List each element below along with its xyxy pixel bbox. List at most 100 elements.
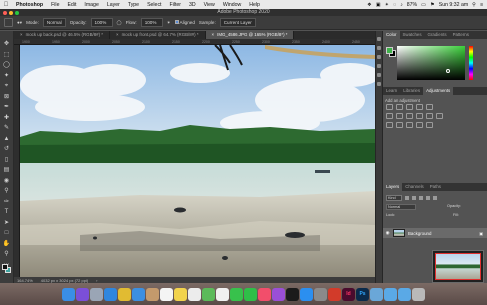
menu-image[interactable]: Image — [80, 2, 102, 8]
mode-select[interactable]: Normal — [42, 18, 66, 27]
opacity-field[interactable]: 100% — [90, 18, 113, 27]
brush-settings-icon[interactable] — [377, 55, 381, 59]
photos-icon[interactable] — [216, 287, 229, 301]
threshold-icon[interactable] — [406, 122, 413, 128]
menu-view[interactable]: View — [200, 2, 219, 8]
path-select-icon[interactable]: ➤ — [3, 220, 10, 226]
apple-icon[interactable]:  — [0, 2, 12, 8]
curves-icon[interactable] — [406, 104, 413, 110]
notification-icon[interactable]: ≡ — [480, 2, 483, 8]
app-store-icon[interactable] — [300, 287, 313, 301]
color-picker-field[interactable] — [397, 46, 465, 80]
vibrance-icon[interactable] — [426, 104, 433, 110]
blend-mode-select[interactable]: Normal — [386, 204, 416, 210]
notes-icon[interactable] — [174, 287, 187, 301]
quick-select-icon[interactable]: ✦ — [3, 73, 10, 79]
launchpad-icon[interactable] — [90, 287, 103, 301]
dropbox-icon[interactable]: ❖ — [367, 2, 372, 8]
airbrush-icon[interactable]: ✶ — [167, 20, 171, 26]
marquee-icon[interactable]: ⬚ — [3, 52, 10, 58]
brightness-contrast-icon[interactable] — [386, 104, 393, 110]
tab-channels[interactable]: Channels — [402, 183, 427, 191]
photoshop-icon[interactable]: Ps — [356, 287, 369, 301]
layer-row-background[interactable]: ◉ Background ▣ — [383, 228, 487, 238]
history-brush-icon[interactable]: ↺ — [3, 146, 10, 152]
tab-img-4586[interactable]: × IMG_4586.JPG @ 165% (RGB/8*) * — [205, 31, 295, 39]
chrome-icon[interactable] — [118, 287, 131, 301]
close-icon[interactable]: × — [20, 31, 23, 39]
volume-icon[interactable]: ♪ — [400, 2, 403, 8]
podcasts-icon[interactable] — [272, 287, 285, 301]
photo-filter-icon[interactable] — [416, 113, 423, 119]
foreground-color-chip[interactable] — [386, 47, 393, 54]
gradient-map-icon[interactable] — [416, 122, 423, 128]
folder-icon[interactable] — [384, 287, 397, 301]
clone-stamp-icon[interactable] — [4, 18, 13, 27]
contacts-icon[interactable] — [146, 287, 159, 301]
flag-icon[interactable]: ⚑ — [430, 2, 435, 8]
type-filter-icon[interactable] — [419, 196, 423, 200]
hue-slider[interactable] — [469, 46, 473, 80]
tab-layers[interactable]: Layers — [383, 183, 403, 191]
frame-icon[interactable]: ⊠ — [3, 94, 10, 100]
blur-icon[interactable]: ◉ — [3, 178, 10, 184]
maps-icon[interactable] — [202, 287, 215, 301]
color-lookup-icon[interactable] — [436, 113, 443, 119]
wifi-icon[interactable]: ◌ — [393, 2, 396, 8]
close-icon[interactable]: × — [212, 31, 215, 39]
messages-icon[interactable] — [230, 287, 243, 301]
menu-help[interactable]: Help — [245, 2, 264, 8]
tab-learn[interactable]: Learn — [383, 87, 400, 95]
menu-type[interactable]: Type — [124, 2, 143, 8]
clock[interactable]: Sun 9:32 am — [439, 2, 468, 8]
document-size[interactable]: 4032 px x 3024 px (72 ppi) — [41, 278, 88, 283]
tab-mock-up-back[interactable]: × mock up back.psd @ 46.5% (RGB/8#) * — [14, 31, 111, 39]
tab-libraries[interactable]: Libraries — [400, 87, 423, 95]
pressure-opacity-icon[interactable]: ◯ — [117, 20, 122, 26]
menu-filter[interactable]: Filter — [165, 2, 185, 8]
trash-icon[interactable] — [412, 287, 425, 301]
fill-label[interactable]: Fill: — [453, 213, 459, 217]
clone-stamp-icon[interactable]: ▲ — [3, 136, 10, 142]
eye-icon[interactable]: ◉ — [385, 230, 390, 236]
dodge-icon[interactable]: ⚲ — [3, 188, 10, 194]
tab-color[interactable]: Color — [383, 31, 400, 39]
office-icon[interactable] — [328, 287, 341, 301]
crop-icon[interactable]: ⌖ — [3, 83, 10, 89]
smart-object-filter-icon[interactable] — [433, 196, 437, 200]
document-canvas[interactable] — [20, 45, 375, 277]
hand-icon[interactable]: ✋ — [3, 241, 10, 247]
tab-mock-up-front[interactable]: × mock up front.psd @ 64.7% (RGB/8#) * — [110, 31, 206, 39]
selective-color-icon[interactable] — [426, 122, 433, 128]
bluetooth-icon[interactable]: ✴ — [385, 2, 389, 8]
lasso-icon[interactable]: ◯ — [3, 62, 10, 68]
tv-icon[interactable] — [286, 287, 299, 301]
character-icon[interactable] — [377, 64, 381, 68]
tab-gradients[interactable]: Gradients — [425, 31, 450, 39]
calendar-icon[interactable] — [160, 287, 173, 301]
brush-preset-icon[interactable]: ●▾ — [17, 20, 22, 26]
tab-paths[interactable]: Paths — [427, 183, 444, 191]
battery-icon[interactable]: ▭ — [421, 2, 426, 8]
adjustment-filter-icon[interactable] — [412, 196, 416, 200]
black-white-icon[interactable] — [406, 113, 413, 119]
picker-cursor[interactable] — [446, 69, 450, 73]
menu-layer[interactable]: Layer — [103, 2, 124, 8]
tab-adjustments[interactable]: Adjustments — [423, 87, 454, 95]
display-icon[interactable]: ▣ — [376, 2, 381, 8]
siri-icon[interactable] — [76, 287, 89, 301]
mail-icon[interactable] — [132, 287, 145, 301]
finder-icon[interactable] — [62, 287, 75, 301]
properties-icon[interactable] — [377, 46, 381, 50]
levels-icon[interactable] — [396, 104, 403, 110]
preview-icon[interactable] — [370, 287, 383, 301]
close-icon[interactable]: × — [116, 31, 119, 39]
layer-filter-kind[interactable]: Kind — [386, 195, 402, 201]
layer-name[interactable]: Background — [408, 231, 431, 236]
type-icon[interactable]: T — [3, 209, 10, 215]
paragraph-icon[interactable] — [377, 73, 381, 77]
navigator-panel[interactable] — [432, 250, 484, 283]
zoom-level[interactable]: 164.74% — [17, 278, 33, 283]
spotlight-icon[interactable]: ⚲ — [472, 2, 476, 8]
invert-icon[interactable] — [386, 122, 393, 128]
